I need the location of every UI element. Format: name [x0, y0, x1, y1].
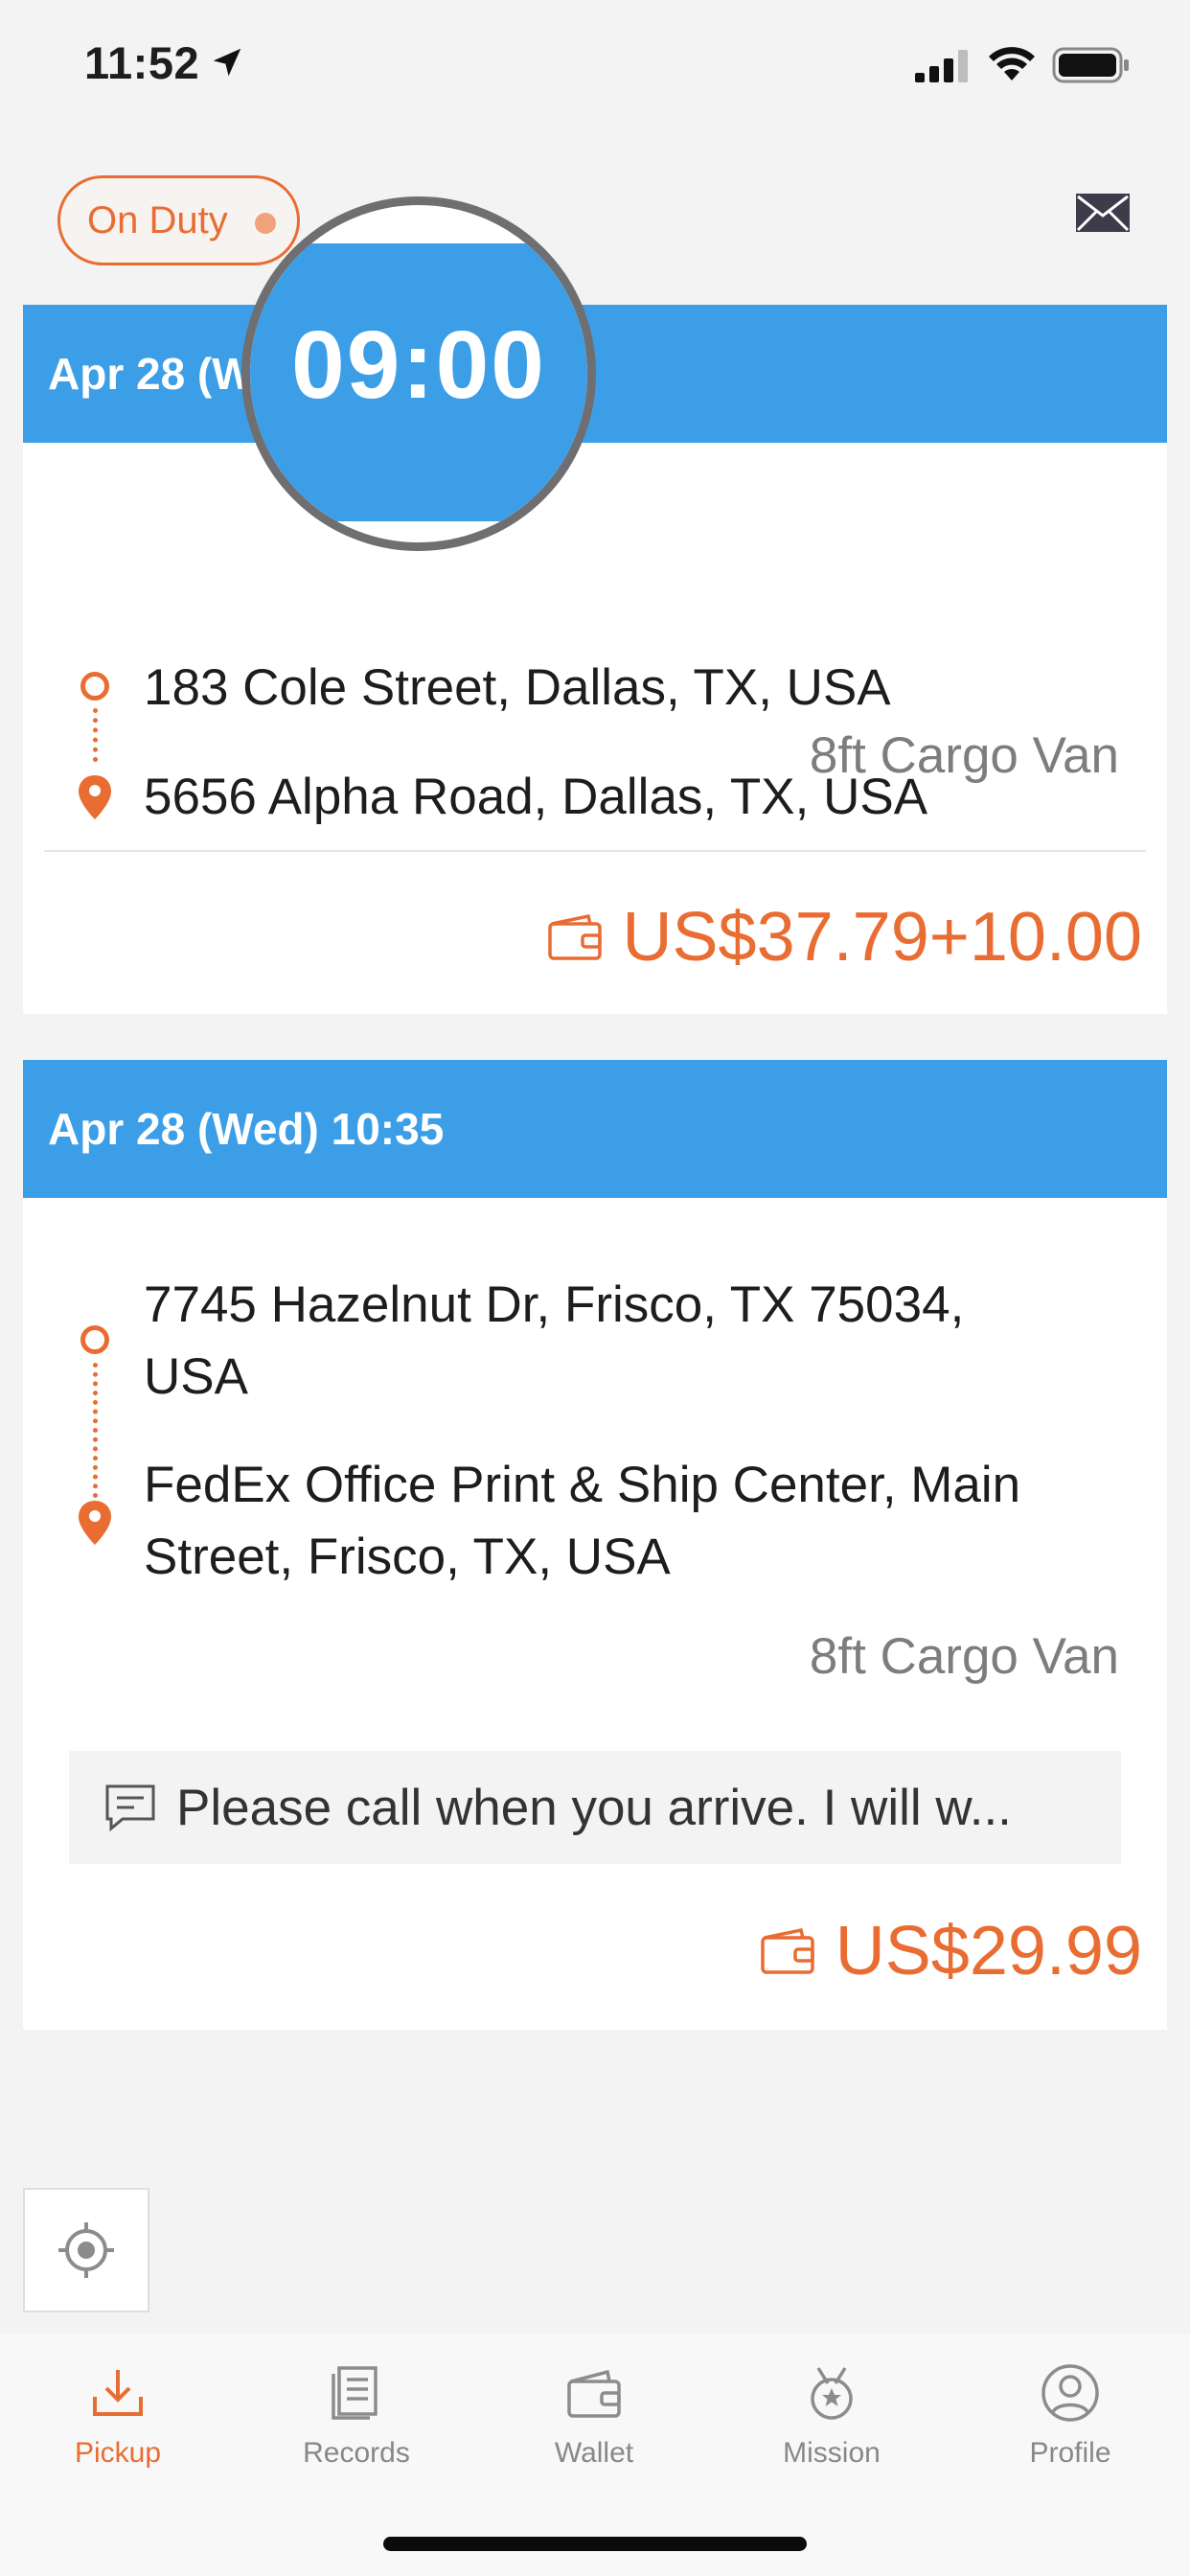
wallet-icon [761, 1927, 814, 1974]
records-icon [332, 2366, 378, 2420]
tab-pickup[interactable]: Pickup [22, 2362, 214, 2470]
pickup-address-line: USA [144, 1348, 248, 1405]
wallet-icon [547, 913, 602, 960]
pickup-address: 183 Cole Street, Dallas, TX, USA [144, 659, 891, 716]
wallet-icon [567, 2369, 621, 2418]
divider [44, 850, 1146, 852]
medal-icon [811, 2367, 853, 2420]
tab-label: Mission [783, 2437, 881, 2469]
pickup-address-line: 7745 Hazelnut Dr, Frisco, TX 75034, [144, 1276, 965, 1333]
time-magnifier: 09:00 [241, 196, 596, 551]
tab-label: Records [303, 2437, 410, 2469]
pickup-address: 7745 Hazelnut Dr, Frisco, TX 75034, USA [144, 1269, 964, 1413]
tab-label: Wallet [554, 2437, 634, 2469]
dropoff-address-line: Street, Frisco, TX, USA [144, 1529, 671, 1585]
tab-records[interactable]: Records [261, 2362, 452, 2470]
order-price: US$29.99 [835, 1913, 1142, 1990]
dropoff-pin-icon [79, 775, 111, 819]
tab-mission[interactable]: Mission [736, 2362, 927, 2470]
pickup-origin-icon [80, 1325, 109, 1354]
order-card[interactable]: Apr 28 (W 183 Cole Street, Dallas, TX, U… [23, 305, 1167, 1014]
cellular-signal-icon [915, 50, 968, 82]
status-bar: 11:52 [0, 0, 1190, 134]
home-indicator [383, 2537, 807, 2551]
vehicle-type: 8ft Cargo Van [809, 727, 1119, 784]
dropoff-pin-icon [79, 1501, 111, 1545]
duty-label: On Duty [87, 198, 228, 242]
tab-wallet[interactable]: Wallet [498, 2362, 690, 2470]
dropoff-address: FedEx Office Print & Ship Center, Main S… [144, 1449, 1020, 1593]
status-time: 11:52 [84, 37, 200, 88]
order-note: Please call when you arrive. I will w... [69, 1751, 1121, 1864]
tab-label: Profile [1029, 2437, 1111, 2469]
tab-profile[interactable]: Profile [974, 2362, 1166, 2470]
message-icon [105, 1784, 155, 1832]
wifi-icon [989, 47, 1035, 80]
location-arrow-icon [213, 48, 241, 77]
order-note-text: Please call when you arrive. I will w... [176, 1779, 1012, 1836]
order-card[interactable]: Apr 28 (Wed) 10:35 7745 Hazelnut Dr, Fri… [23, 1060, 1167, 2030]
mail-icon[interactable] [1075, 192, 1131, 234]
profile-icon [1041, 2364, 1099, 2422]
battery-icon [1052, 47, 1129, 83]
route-connector [93, 708, 98, 762]
order-price: US$37.79+10.00 [622, 899, 1142, 976]
duty-status-dot [255, 213, 276, 234]
magnified-time: 09:00 [291, 311, 546, 419]
crosshair-icon [58, 2222, 114, 2278]
dropoff-address-line: FedEx Office Print & Ship Center, Main [144, 1457, 1021, 1513]
locate-button[interactable] [23, 2188, 149, 2312]
pickup-origin-icon [80, 672, 109, 701]
vehicle-type: 8ft Cargo Van [809, 1628, 1119, 1685]
tab-label: Pickup [74, 2437, 162, 2469]
download-icon [93, 2370, 143, 2416]
order-datetime: Apr 28 (Wed) 10:35 [23, 1060, 1167, 1198]
